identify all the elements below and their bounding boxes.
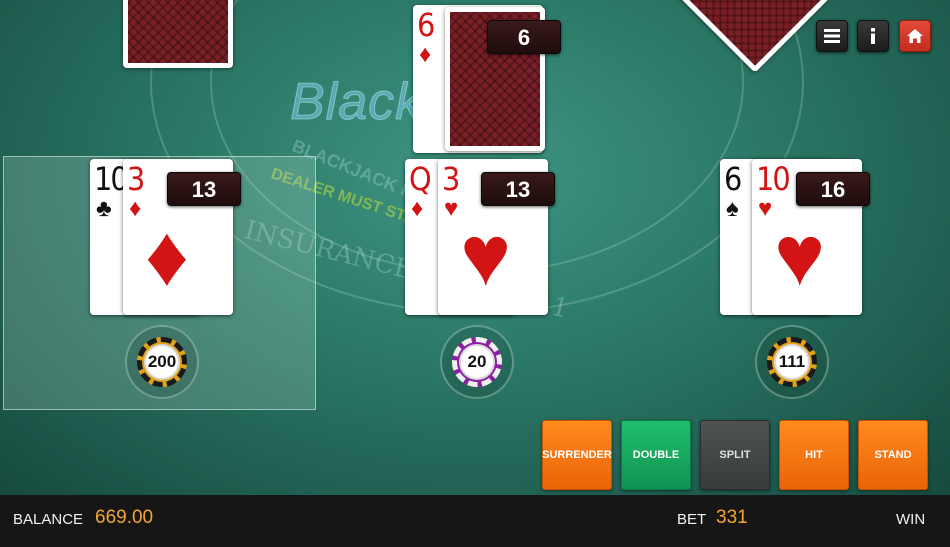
- card-rank: 3: [442, 160, 460, 198]
- card-suit: ♣: [96, 195, 112, 222]
- bet-value: 331: [716, 507, 748, 528]
- split-button[interactable]: SPLIT: [700, 420, 770, 490]
- card-pip: ♥: [460, 208, 512, 304]
- info-icon: [871, 28, 875, 44]
- hand3-score: 16: [796, 172, 870, 206]
- card-suit: ♥: [758, 195, 773, 222]
- hand1-bet-amount: 200: [144, 344, 180, 380]
- bet-label: BET: [677, 511, 707, 528]
- home-button[interactable]: [899, 20, 931, 52]
- card-suit: ♠: [726, 195, 739, 222]
- card-pip: ♥: [774, 208, 826, 304]
- hand3-chip: 111: [767, 337, 817, 387]
- hand2-chip: 20: [452, 337, 502, 387]
- hit-button[interactable]: HIT: [779, 420, 849, 490]
- card-suit: ♦: [129, 195, 142, 222]
- home-icon: [907, 29, 923, 43]
- card-suit: ♥: [444, 195, 459, 222]
- card-rank: 6: [417, 6, 435, 44]
- surrender-button[interactable]: SURRENDER: [542, 420, 612, 490]
- balance-label: BALANCE: [13, 511, 84, 528]
- card-pip: ♦: [145, 208, 189, 304]
- shoe-card-back: [123, 0, 233, 68]
- balance-value: 669.00: [95, 507, 154, 528]
- hand2-score: 13: [481, 172, 555, 206]
- hand1-score: 13: [167, 172, 241, 206]
- double-button[interactable]: DOUBLE: [621, 420, 691, 490]
- card-rank: 3: [127, 160, 145, 198]
- hand3-bet-spot[interactable]: 111: [755, 325, 829, 399]
- menu-icon: [824, 29, 840, 43]
- menu-button[interactable]: [816, 20, 848, 52]
- win-label: WIN: [896, 511, 926, 528]
- card-rank: 10: [94, 160, 129, 198]
- card-suit: ♦: [411, 195, 424, 222]
- card-rank: 10: [756, 160, 791, 198]
- hand3-bet-amount: 111: [774, 344, 810, 380]
- blackjack-table: BlackJack BLACKJACK PAYS 3 to 2 DEALER M…: [0, 0, 950, 495]
- dealer-score: 6: [487, 20, 561, 54]
- card-rank: 6: [724, 160, 742, 198]
- hand1-chip: 200: [137, 337, 187, 387]
- status-bar: BALANCE 669.00 BET 331 WIN: [0, 495, 950, 547]
- hand2-bet-spot[interactable]: 20: [440, 325, 514, 399]
- card-suit: ♦: [419, 41, 432, 68]
- card-rank: Q: [409, 160, 432, 198]
- stand-button[interactable]: STAND: [858, 420, 928, 490]
- hand2-bet-amount: 20: [459, 344, 495, 380]
- hand1-bet-spot[interactable]: 200: [125, 325, 199, 399]
- info-button[interactable]: [857, 20, 889, 52]
